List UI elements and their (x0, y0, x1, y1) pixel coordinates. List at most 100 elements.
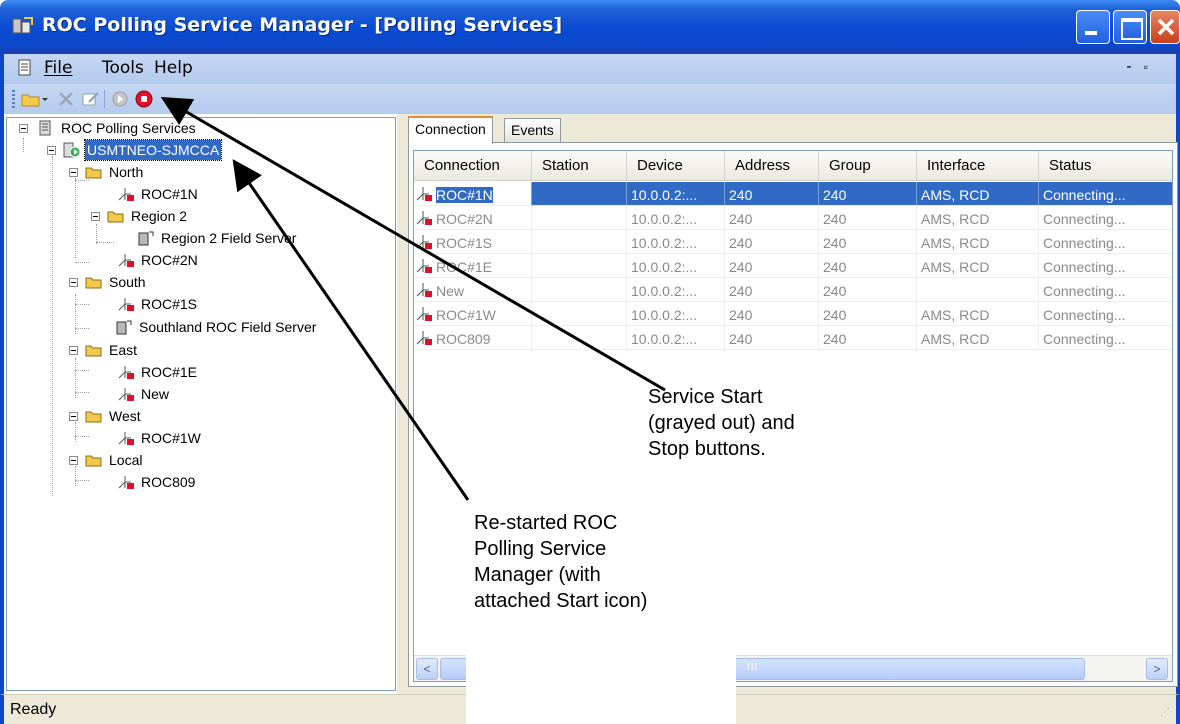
resize-grip[interactable]: ⋰ (1160, 707, 1170, 718)
tab-events[interactable]: Events (504, 118, 561, 142)
cell-status: Connecting... (1039, 326, 1172, 350)
edit-icon[interactable] (80, 89, 102, 109)
cell-device: 10.0.0.2:... (627, 182, 725, 206)
toolbar-grip[interactable] (12, 90, 15, 108)
cell-device: 10.0.0.2:... (627, 302, 725, 326)
cell-interface: AMS, RCD (917, 182, 1039, 206)
menu-file[interactable]: File (44, 58, 72, 78)
mdi-restore-button[interactable]: ▫ (1144, 60, 1160, 74)
delete-icon[interactable] (56, 89, 78, 109)
cell-interface: AMS, RCD (917, 230, 1039, 254)
expand-toggle[interactable] (69, 278, 78, 287)
cell-interface: AMS, RCD (917, 206, 1039, 230)
cell-station (532, 302, 627, 326)
table-row[interactable]: ROC809 10.0.0.2:... 240 240 AMS, RCD Connecti… (414, 326, 1172, 350)
expand-toggle[interactable] (69, 168, 78, 177)
status-text: Ready (10, 701, 57, 718)
annotation-service-start: Service Start (grayed out) and Stop butt… (640, 380, 870, 480)
col-group[interactable]: Group (819, 151, 917, 181)
table-row[interactable]: ROC#1W 10.0.0.2:... 240 240 AMS, RCD Connecti… (414, 302, 1172, 326)
col-address[interactable]: Address (725, 151, 819, 181)
pane-splitter[interactable] (397, 114, 405, 694)
roc-device-icon (118, 476, 134, 489)
menu-bar: File Tools Help -▫ (0, 54, 1180, 84)
cell-interface: AMS, RCD (917, 302, 1039, 326)
table-row[interactable]: ROC#1E 10.0.0.2:... 240 240 AMS, RCD Connecti… (414, 254, 1172, 278)
open-folder-icon[interactable] (20, 89, 42, 109)
cell-address: 240 (725, 254, 819, 278)
maximize-button[interactable] (1113, 10, 1147, 44)
field-server-icon (116, 320, 132, 335)
expand-toggle[interactable] (69, 346, 78, 355)
close-button[interactable] (1150, 10, 1180, 44)
roc-device-icon (118, 388, 134, 401)
col-status[interactable]: Status (1039, 151, 1172, 181)
folder-icon (85, 277, 102, 289)
document-icon[interactable] (18, 59, 32, 77)
cell-interface: AMS, RCD (917, 254, 1039, 278)
toolbar-separator (104, 90, 105, 108)
cell-connection: ROC#1S (414, 230, 532, 254)
annotation-restarted: Re-started ROC Polling Service Manager (… (466, 506, 736, 724)
menu-help[interactable]: Help (154, 58, 193, 78)
cell-group: 240 (819, 206, 917, 230)
cell-station (532, 182, 627, 206)
expand-toggle[interactable] (47, 146, 56, 155)
roc-device-icon (118, 298, 134, 311)
scroll-left-button[interactable]: < (416, 658, 438, 680)
cell-group: 240 (819, 326, 917, 350)
window-title: ROC Polling Service Manager - [Polling S… (42, 14, 563, 36)
dropdown-arrow-icon[interactable] (40, 89, 50, 109)
table-row[interactable]: ROC#2N 10.0.0.2:... 240 240 AMS, RCD Connecti… (414, 206, 1172, 230)
mdi-minimize-button[interactable]: - (1126, 58, 1143, 75)
roc-device-icon (118, 254, 134, 267)
expand-toggle[interactable] (91, 212, 100, 221)
cell-group: 240 (819, 254, 917, 278)
col-device[interactable]: Device (627, 151, 725, 181)
cell-station (532, 326, 627, 350)
menu-tools[interactable]: Tools (102, 58, 144, 78)
expand-toggle[interactable] (69, 412, 78, 421)
cell-status: Connecting... (1039, 182, 1172, 206)
roc-device-icon (416, 211, 432, 225)
table-row[interactable]: ROC#1N 10.0.0.2:... 240 240 AMS, RCD Connecti… (414, 182, 1172, 206)
scroll-right-button[interactable]: > (1146, 658, 1168, 680)
roc-device-icon (118, 188, 134, 201)
cell-connection: New (414, 278, 532, 302)
service-start-icon[interactable] (110, 89, 132, 109)
cell-status: Connecting... (1039, 206, 1172, 230)
folder-icon (85, 167, 102, 179)
cell-station (532, 206, 627, 230)
cell-group: 240 (819, 182, 917, 206)
cell-address: 240 (725, 206, 819, 230)
col-station[interactable]: Station (532, 151, 627, 181)
window-frame-left (0, 114, 4, 724)
cell-status: Connecting... (1039, 254, 1172, 278)
col-interface[interactable]: Interface (917, 151, 1039, 181)
table-row[interactable]: New 10.0.0.2:... 240 240 Connecting... (414, 278, 1172, 302)
cell-device: 10.0.0.2:... (627, 230, 725, 254)
service-stop-icon[interactable] (134, 89, 156, 109)
cell-station (532, 254, 627, 278)
minimize-button[interactable] (1076, 10, 1110, 44)
expand-toggle[interactable] (19, 124, 28, 133)
cell-address: 240 (725, 302, 819, 326)
cell-status: Connecting... (1039, 230, 1172, 254)
roc-device-icon (416, 235, 432, 249)
cell-station (532, 230, 627, 254)
folder-icon (85, 345, 102, 357)
tab-connection[interactable]: Connection (408, 116, 493, 144)
expand-toggle[interactable] (69, 456, 78, 465)
table-row[interactable]: ROC#1S 10.0.0.2:... 240 240 AMS, RCD Connecti… (414, 230, 1172, 254)
cell-group: 240 (819, 230, 917, 254)
cell-status: Connecting... (1039, 278, 1172, 302)
list-header: Connection Station Device Address Group … (414, 151, 1172, 181)
tree-pane[interactable]: ROC Polling Services USMTNEO-SJMCCA Nort… (6, 117, 396, 691)
cell-device: 10.0.0.2:... (627, 254, 725, 278)
close-icon (1157, 18, 1175, 36)
col-connection[interactable]: Connection (414, 151, 532, 181)
mdi-window-buttons[interactable]: -▫ (1126, 58, 1160, 76)
cell-address: 240 (725, 278, 819, 302)
cell-interface: AMS, RCD (917, 326, 1039, 350)
field-server-icon (138, 231, 154, 246)
